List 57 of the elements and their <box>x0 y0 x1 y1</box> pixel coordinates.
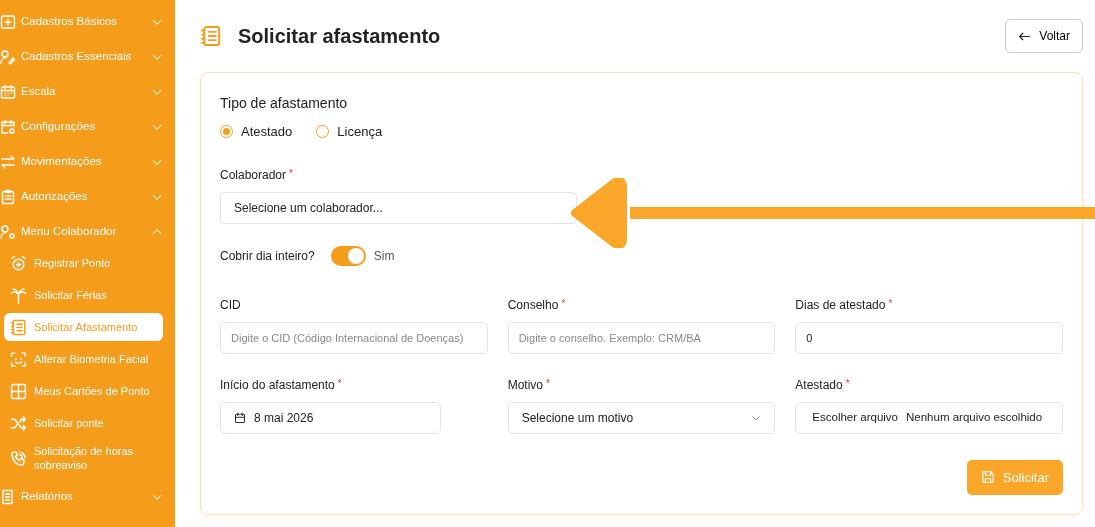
submit-button[interactable]: Solicitar <box>966 459 1063 495</box>
shuffle-icon <box>10 414 27 432</box>
field-label: CID <box>220 296 242 314</box>
field-label: Motivo * <box>507 376 551 394</box>
sidebar-item[interactable]: Autorizações <box>0 179 175 214</box>
input-field[interactable]: Digite o CID (Código Internacional de Doenças) <box>220 321 488 354</box>
sidebar-item[interactable]: Cadastros Essenciais <box>0 39 175 74</box>
file-button[interactable]: Escolher arquivo <box>812 408 898 427</box>
sidebar-subitem[interactable]: Solicitação de horas sobreaviso <box>4 441 163 476</box>
field-label: Dias de atestado * <box>795 296 894 314</box>
toggle-text: Sim <box>373 247 395 265</box>
sidebar-item[interactable]: Movimentações <box>0 144 175 179</box>
plus-square-icon <box>0 13 16 30</box>
users-icon <box>0 48 16 65</box>
radio-option[interactable]: Licença <box>316 122 383 142</box>
sidebar-item[interactable]: Cadastros Básicos <box>0 4 175 39</box>
save-icon <box>980 470 995 485</box>
field-label: Atestado * <box>795 376 851 394</box>
page-title: Solicitar afastamento <box>238 24 441 48</box>
sidebar-subitem[interactable]: Alterar Biometria Facial <box>4 345 163 373</box>
radio-option[interactable]: Atestado <box>220 122 293 142</box>
notebook-icon <box>200 25 222 47</box>
sidebar-item[interactable]: Menu Colaborador <box>0 214 175 249</box>
sidebar-subitem[interactable]: Solicitar Férias <box>4 281 163 309</box>
input-field[interactable]: Digite o conselho. Exemplo: CRM/BA <box>507 321 776 354</box>
alarm-clock-icon <box>10 254 27 272</box>
section-label: Tipo de afastamento <box>220 94 349 113</box>
field-label: Início do afastamento * <box>220 376 343 394</box>
toggle-switch[interactable] <box>330 245 366 266</box>
file-field[interactable]: Escolher arquivo Nenhum arquivo escolhido <box>795 401 1063 434</box>
sidebar-item[interactable]: Configurações <box>0 109 175 144</box>
palm-tree-icon <box>10 286 27 304</box>
date-field[interactable]: 8 mai 2026 <box>220 401 441 434</box>
toggle-label: Cobrir dia inteiro? <box>220 247 315 265</box>
sidebar-item[interactable]: Relatórios <box>0 479 175 515</box>
swap-icon <box>0 153 16 170</box>
sidebar-subitem[interactable]: Registrar Ponto <box>4 249 163 277</box>
field-label: Conselho * <box>507 296 567 314</box>
report-icon <box>0 489 16 506</box>
sidebar-item[interactable]: Escala <box>0 74 175 109</box>
calendar-icon <box>234 411 246 424</box>
sidebar-subitem[interactable]: Solicitar ponte <box>4 409 163 437</box>
field-label: Colaborador * <box>220 166 294 184</box>
user-gear-icon <box>0 223 16 240</box>
face-scan-icon <box>10 350 27 368</box>
calendar-gear-icon <box>0 118 16 135</box>
back-button[interactable]: Voltar <box>1005 19 1083 53</box>
select-field[interactable]: Selecione um motivo <box>507 401 776 434</box>
input-field[interactable]: 0 <box>795 321 1063 354</box>
sidebar-subitem[interactable]: Solicitar Afastamento <box>4 313 163 341</box>
grid-icon <box>10 382 27 400</box>
notebook-icon <box>10 318 27 336</box>
select-field[interactable]: Selecione um colaborador... <box>220 191 577 224</box>
clipboard-list-icon <box>0 188 16 205</box>
phone-icon <box>10 449 27 467</box>
calendar-icon <box>0 83 16 100</box>
sidebar-subitem[interactable]: Meus Cartões de Ponto <box>4 377 163 405</box>
